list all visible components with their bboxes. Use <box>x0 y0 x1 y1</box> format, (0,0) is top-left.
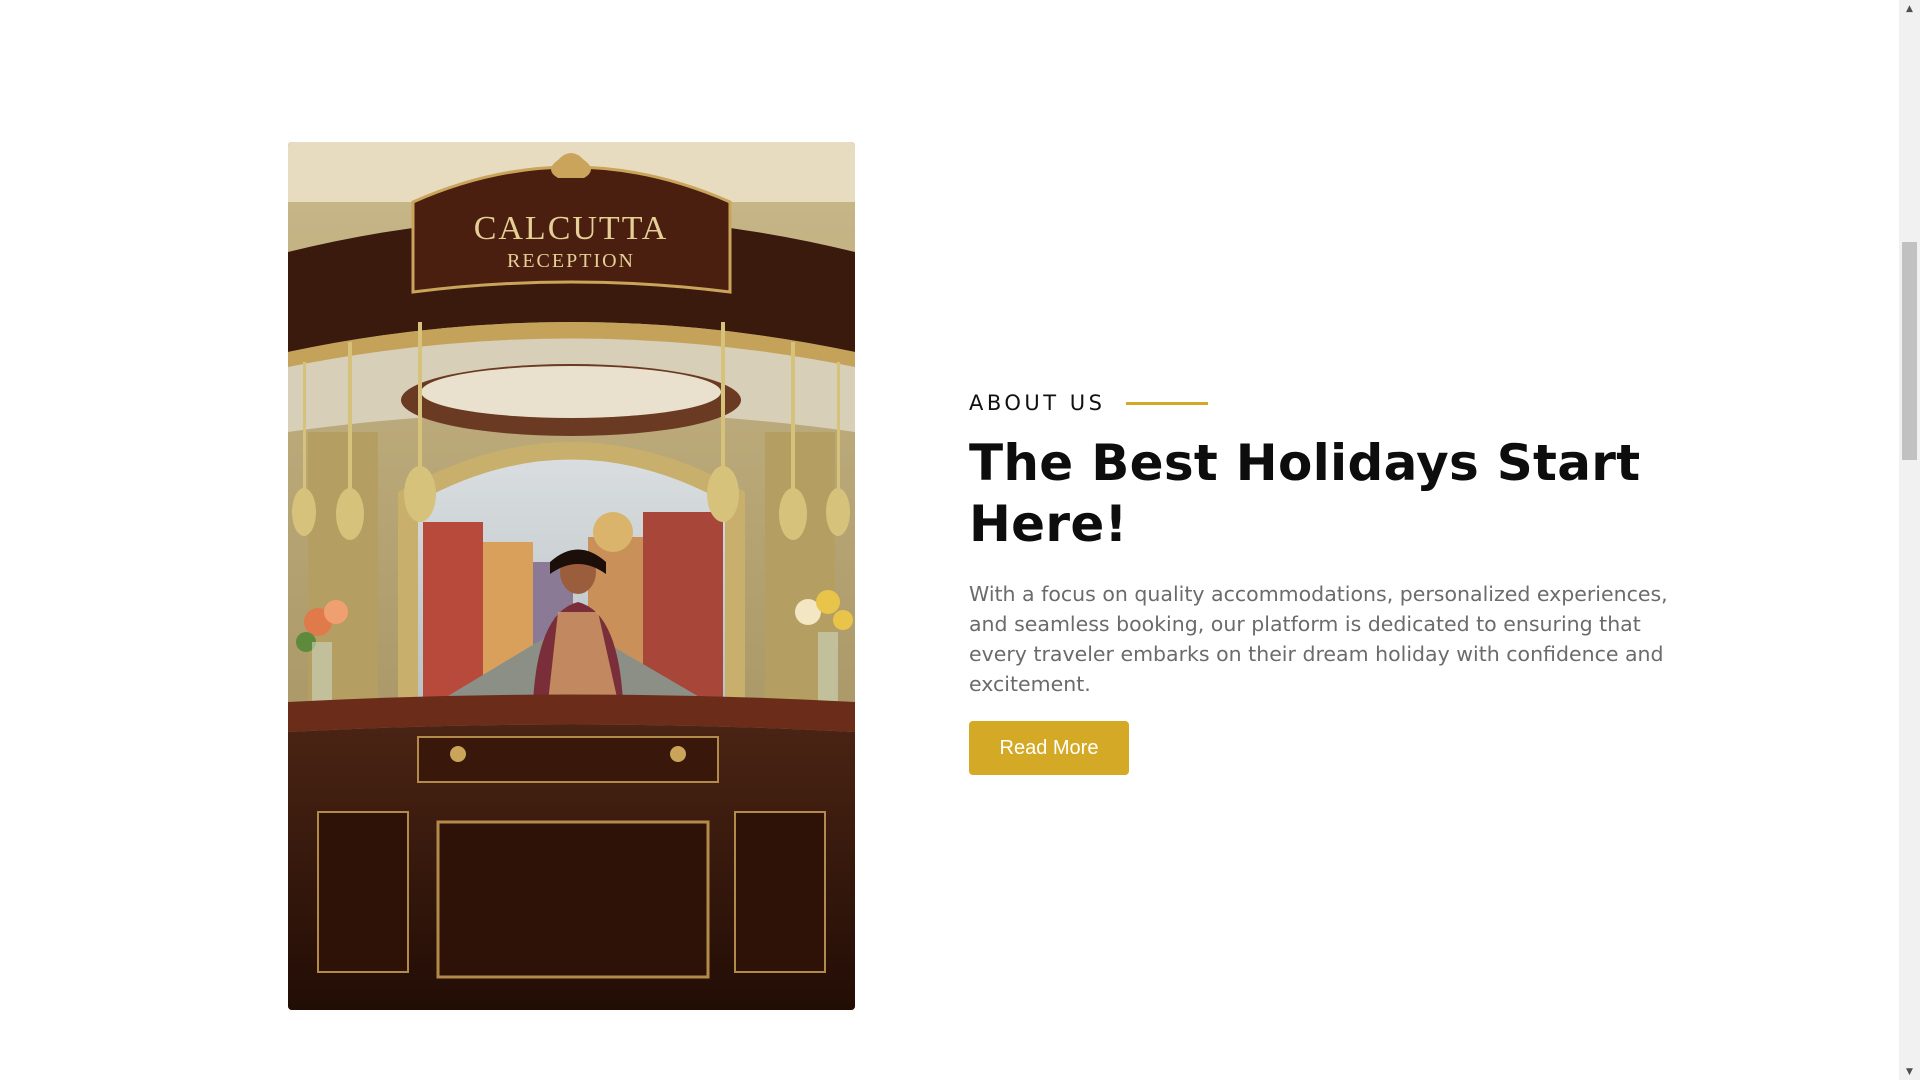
eyebrow-label: ABOUT US <box>969 391 1106 415</box>
vertical-scrollbar[interactable]: ▲ ▼ <box>1899 0 1920 1080</box>
read-more-button[interactable]: Read More <box>969 721 1129 775</box>
sign-line-1: CALCUTTA <box>474 210 669 247</box>
scrollbar-thumb[interactable] <box>1902 242 1917 460</box>
reception-photo: CALCUTTA RECEPTION <box>288 142 855 1010</box>
triangle-up-icon[interactable]: ▲ <box>1899 0 1920 17</box>
section-description: With a focus on quality accommodations, … <box>969 582 1668 696</box>
section-eyebrow: ABOUT US <box>969 385 1669 421</box>
reception-illustration: CALCUTTA RECEPTION <box>288 142 855 1010</box>
sign-line-2: RECEPTION <box>507 250 635 272</box>
triangle-down-icon[interactable]: ▼ <box>1899 1063 1920 1080</box>
about-section: ABOUT US The Best Holidays Start Here! W… <box>969 385 1669 775</box>
section-headline: The Best Holidays Start Here! <box>969 434 1641 553</box>
page: CALCUTTA RECEPTION ABOUT US The Best Hol… <box>0 0 1899 1080</box>
eyebrow-divider <box>1125 401 1208 405</box>
